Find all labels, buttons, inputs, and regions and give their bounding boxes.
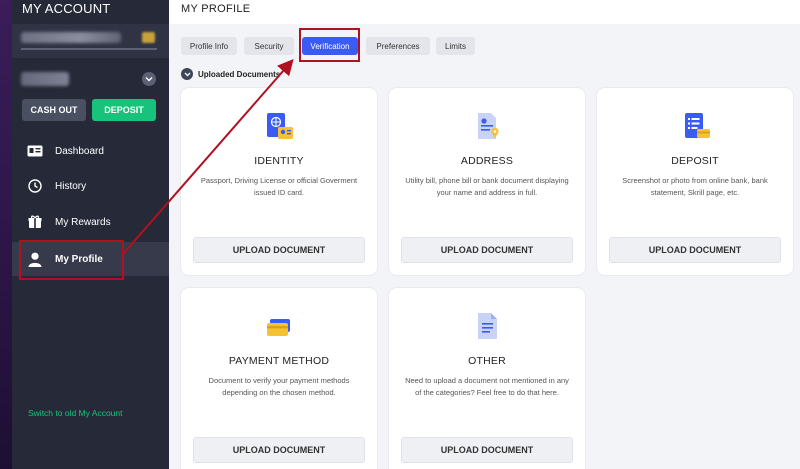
upload-identity-button[interactable]: UPLOAD DOCUMENT [193, 237, 365, 263]
identity-card: IDENTITY Passport, Driving License or of… [181, 88, 377, 275]
chevron-down-icon [145, 77, 153, 82]
section-title: Uploaded Documents [198, 69, 281, 79]
address-card: ADDRESS Utility bill, phone bill or bank… [389, 88, 585, 275]
tab-profile-info[interactable]: Profile Info [181, 37, 237, 55]
card-description: Utility bill, phone bill or bank documen… [405, 176, 569, 197]
address-document-icon [478, 113, 499, 139]
user-icon [27, 251, 43, 267]
sidebar-item-profile[interactable]: My Profile [12, 242, 169, 276]
balance-expand-button[interactable] [142, 72, 156, 86]
level-progress-bar [21, 48, 157, 50]
tab-preferences[interactable]: Preferences [366, 37, 430, 55]
card-title: OTHER [468, 355, 506, 367]
deposit-button[interactable]: DEPOSIT [92, 99, 156, 121]
card-description: Need to upload a document not mentioned … [405, 376, 569, 397]
card-title: ADDRESS [460, 155, 514, 167]
deposit-document-icon [685, 113, 710, 138]
sidebar-item-rewards[interactable]: My Rewards [12, 205, 169, 239]
tab-limits[interactable]: Limits [436, 37, 475, 55]
card-description: Screenshot or photo from online bank, ba… [622, 176, 768, 197]
gift-icon [27, 214, 43, 230]
switch-old-account-link[interactable]: Switch to old My Account [28, 408, 123, 418]
card-title: DEPOSIT [671, 155, 719, 167]
card-title: IDENTITY [254, 155, 304, 167]
deposit-card: DEPOSIT Screenshot or photo from online … [597, 88, 793, 275]
sidebar-item-label: Dashboard [55, 145, 104, 157]
username-redacted [21, 32, 121, 43]
page-title: MY PROFILE [181, 3, 251, 15]
other-card: OTHER Need to upload a document not ment… [389, 288, 585, 469]
upload-payment-method-button[interactable]: UPLOAD DOCUMENT [193, 437, 365, 463]
card-description: Document to verify your payment methods … [208, 376, 350, 397]
clock-icon [27, 178, 43, 194]
sidebar-item-dashboard[interactable]: Dashboard [12, 134, 169, 168]
credit-card-icon [267, 319, 290, 336]
upload-other-button[interactable]: UPLOAD DOCUMENT [401, 437, 573, 463]
level-badge [142, 32, 155, 43]
sidebar-item-label: My Profile [55, 253, 103, 265]
sidebar-item-label: History [55, 180, 87, 192]
header: MY PROFILE [169, 0, 800, 24]
user-info [12, 24, 169, 58]
card-description: Passport, Driving License or official Go… [200, 176, 358, 197]
sidebar-title: MY ACCOUNT [22, 1, 111, 16]
tab-verification[interactable]: Verification [302, 37, 358, 55]
payment-method-card: PAYMENT METHOD Document to verify your p… [181, 288, 377, 469]
background-strip [0, 0, 12, 469]
card-title: PAYMENT METHOD [228, 355, 330, 367]
dashboard-icon [27, 143, 43, 159]
sidebar-item-label: My Rewards [55, 216, 111, 228]
document-icon [478, 313, 497, 339]
upload-address-button[interactable]: UPLOAD DOCUMENT [401, 237, 573, 263]
chevron-down-icon [181, 68, 193, 80]
passport-icon [267, 113, 293, 139]
sidebar: MY ACCOUNT CASH OUT DEPOSIT Dashboard Hi… [12, 0, 169, 469]
cash-out-button[interactable]: CASH OUT [22, 99, 86, 121]
upload-deposit-button[interactable]: UPLOAD DOCUMENT [609, 237, 781, 263]
uploaded-documents-toggle[interactable]: Uploaded Documents [181, 68, 280, 80]
sidebar-item-history[interactable]: History [12, 169, 169, 203]
tab-security[interactable]: Security [244, 37, 294, 55]
balance-redacted [21, 72, 69, 86]
